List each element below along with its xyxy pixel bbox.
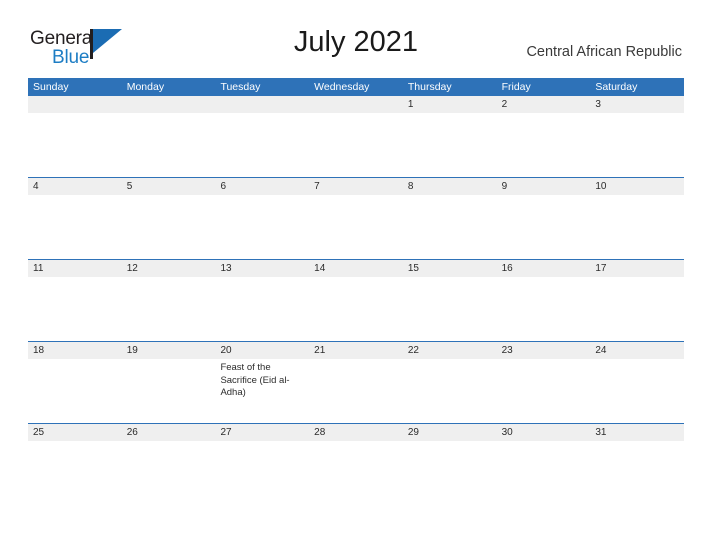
calendar-day-cell[interactable]: 17 [590, 260, 685, 341]
calendar-day-cell[interactable]: 22 [402, 342, 497, 423]
day-number: 28 [314, 427, 326, 438]
day-number: 8 [407, 181, 414, 192]
day-number: 19 [126, 345, 138, 356]
day-number: 30 [501, 427, 513, 438]
calendar-day-cell[interactable]: 21 [309, 342, 403, 423]
calendar-week-cells: 18 19 20 Feast of the Sacrifice (Eid al-Adh… [28, 342, 685, 423]
weekday-header-thursday: Thursday [407, 81, 452, 93]
day-number: 11 [33, 263, 44, 274]
calendar-day-cell[interactable]: 18 [28, 342, 122, 423]
day-number: 27 [220, 427, 232, 438]
calendar-week-cells: 1 2 3 [28, 96, 685, 177]
calendar-day-cell[interactable]: 10 [590, 178, 685, 259]
calendar-day-cell[interactable]: 31 [590, 424, 685, 505]
day-number: 23 [501, 345, 513, 356]
calendar-day-cell[interactable]: 28 [309, 424, 403, 505]
weekday-header-sunday: Sunday [33, 81, 69, 93]
day-events: Feast of the Sacrifice (Eid al-Adha) [215, 359, 309, 400]
day-number: 3 [595, 99, 601, 110]
calendar-week-row: 18 19 20 Feast of the Sacrifice (Eid al-Adh… [28, 341, 685, 423]
calendar-week-cells: 4 5 6 7 8 9 10 [28, 178, 685, 259]
calendar-day-cell[interactable]: 3 [590, 96, 685, 177]
calendar-week-row: 11 12 13 14 15 16 17 [28, 259, 685, 341]
calendar-day-cell[interactable]: 13 [215, 260, 310, 341]
calendar-day-cell[interactable]: 9 [496, 178, 591, 259]
calendar-day-cell[interactable]: 5 [121, 178, 216, 259]
calendar-day-cell[interactable] [309, 96, 403, 177]
calendar-event: Feast of the Sacrifice (Eid al-Adha) [220, 362, 290, 398]
calendar-day-cell[interactable]: 20 Feast of the Sacrifice (Eid al-Adha) [215, 342, 310, 423]
calendar-day-cell[interactable]: 24 [590, 342, 685, 423]
day-number: 6 [220, 181, 226, 192]
calendar-day-cell[interactable]: 16 [496, 260, 591, 341]
day-number: 16 [501, 263, 513, 274]
day-number: 18 [33, 345, 45, 356]
day-number: 12 [126, 263, 138, 274]
weekday-header-saturday: Saturday [595, 81, 638, 93]
day-number: 14 [314, 263, 326, 274]
calendar-day-cell[interactable]: 4 [28, 178, 122, 259]
calendar-day-cell[interactable]: 29 [402, 424, 497, 505]
day-number: 10 [595, 181, 607, 192]
calendar-weeks: 1 2 3 4 5 6 7 8 9 10 11 12 13 14 15 16 17 18 19 20 Feast of … [28, 96, 685, 505]
calendar-day-cell[interactable]: 14 [309, 260, 403, 341]
day-number [122, 96, 216, 113]
weekday-header-row: Sunday Monday Tuesday Wednesday Thursday… [28, 78, 684, 96]
calendar-day-cell[interactable]: 2 [496, 96, 591, 177]
day-number: 24 [595, 345, 607, 356]
calendar-grid: Sunday Monday Tuesday Wednesday Thursday… [28, 78, 685, 505]
calendar-day-cell[interactable]: 1 [402, 96, 497, 177]
day-number: 1 [407, 99, 414, 110]
day-number: 5 [126, 181, 133, 192]
calendar-day-cell[interactable]: 27 [215, 424, 310, 505]
calendar-week-row: 25 26 27 28 29 30 31 [28, 423, 685, 505]
calendar-week-cells: 11 12 13 14 15 16 17 [28, 260, 685, 341]
calendar-day-cell[interactable]: 26 [121, 424, 216, 505]
day-number: 20 [220, 345, 232, 356]
calendar-week-row: 1 2 3 [28, 96, 685, 177]
day-number: 4 [33, 181, 39, 192]
day-number: 9 [501, 181, 508, 192]
day-number: 26 [126, 427, 138, 438]
weekday-header-wednesday: Wednesday [314, 81, 370, 93]
calendar-day-cell[interactable]: 8 [402, 178, 497, 259]
page-header: General Blue July 2021 Central African R… [0, 0, 712, 68]
day-number: 13 [220, 263, 232, 274]
calendar-day-cell[interactable]: 23 [496, 342, 591, 423]
weekday-header-monday: Monday [126, 81, 165, 93]
calendar-day-cell[interactable]: 25 [28, 424, 122, 505]
weekday-header-friday: Friday [501, 81, 531, 93]
calendar-day-cell[interactable] [121, 96, 216, 177]
calendar-day-cell[interactable]: 11 [28, 260, 122, 341]
calendar-day-cell[interactable]: 6 [215, 178, 310, 259]
day-number [28, 96, 122, 113]
day-number: 17 [595, 263, 607, 274]
day-number: 2 [501, 99, 508, 110]
day-number: 21 [314, 345, 326, 356]
region-label: Central African Republic [526, 44, 682, 60]
day-number: 7 [314, 181, 320, 192]
calendar-week-cells: 25 26 27 28 29 30 31 [28, 424, 685, 505]
calendar-day-cell[interactable]: 12 [121, 260, 216, 341]
weekday-header-tuesday: Tuesday [220, 81, 261, 93]
day-number: 25 [33, 427, 45, 438]
calendar-day-cell[interactable]: 30 [496, 424, 591, 505]
calendar-day-cell[interactable]: 7 [309, 178, 403, 259]
calendar-day-cell[interactable] [28, 96, 122, 177]
day-number: 29 [407, 427, 419, 438]
day-number: 15 [407, 263, 419, 274]
calendar-week-row: 4 5 6 7 8 9 10 [28, 177, 685, 259]
day-number [215, 96, 309, 113]
calendar-day-cell[interactable]: 15 [402, 260, 497, 341]
calendar-day-cell[interactable] [215, 96, 310, 177]
day-number [309, 96, 403, 113]
day-number: 31 [595, 427, 607, 438]
day-number: 22 [407, 345, 419, 356]
calendar-day-cell[interactable]: 19 [121, 342, 216, 423]
